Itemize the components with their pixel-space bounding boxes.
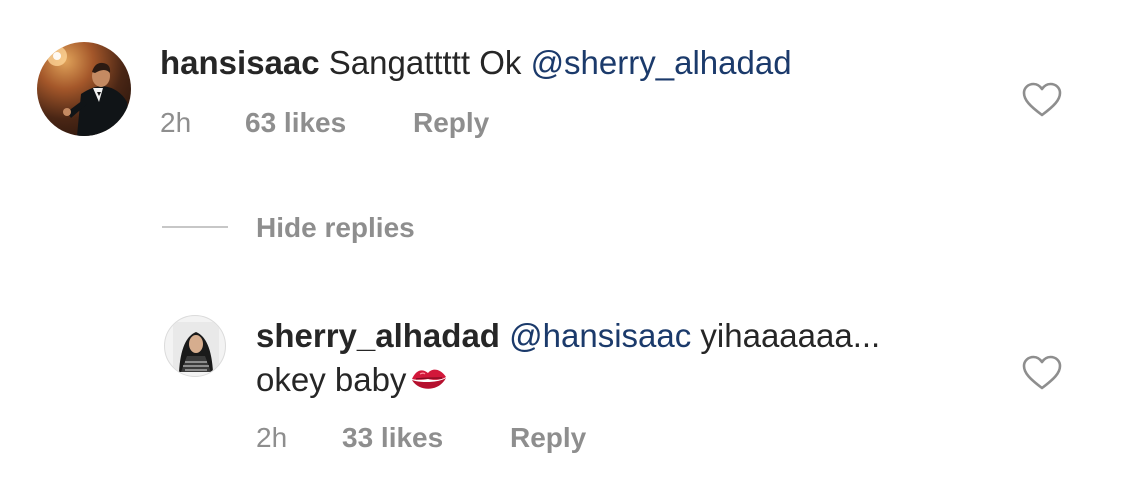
reply-mention[interactable]: @hansisaac — [509, 317, 691, 354]
reply-username[interactable]: sherry_alhadad — [256, 317, 500, 354]
reply-reply-button[interactable]: Reply — [510, 421, 586, 455]
comment-time: 2h — [160, 107, 192, 138]
comment-mention[interactable]: @sherry_alhadad — [531, 44, 792, 81]
comment-username[interactable]: hansisaac — [160, 44, 320, 81]
avatar-sherry-alhadad[interactable] — [164, 315, 226, 377]
reply-text-line2: okey baby — [256, 361, 407, 398]
reply-time: 2h — [256, 422, 288, 453]
reply-text-line1: yihaaaaaa... — [691, 317, 881, 354]
avatar-hansisaac[interactable] — [37, 42, 131, 136]
avatar-photo — [173, 322, 219, 372]
comment-body: hansisaac Sangattttt Ok @sherry_alhadad — [160, 43, 792, 83]
replies-divider — [162, 226, 228, 228]
reply-likes[interactable]: 33 likes — [342, 421, 443, 455]
reply-body-line1: sherry_alhadad @hansisaac yihaaaaaa... — [256, 316, 880, 356]
comment-likes[interactable]: 63 likes — [245, 106, 346, 140]
hide-replies-button[interactable]: Hide replies — [256, 211, 415, 245]
kiss-mark-icon — [412, 369, 447, 389]
comment-text: Sangattttt Ok — [328, 44, 531, 81]
avatar-photo — [47, 46, 131, 136]
comment-reply-button[interactable]: Reply — [413, 106, 489, 140]
reply-body-line2: okey baby — [256, 360, 448, 400]
comment-like-heart-icon[interactable] — [1022, 82, 1062, 118]
reply-like-heart-icon[interactable] — [1022, 355, 1062, 391]
